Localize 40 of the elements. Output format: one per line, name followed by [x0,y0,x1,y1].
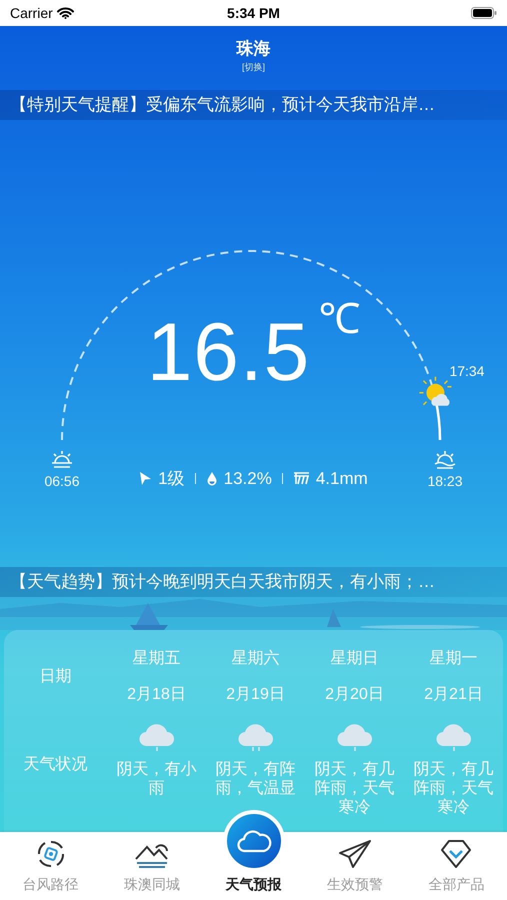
weekday-label: 星期六 [232,648,280,668]
tab-item[interactable]: 台风路径 [0,832,102,900]
current-time: 17:34 [449,362,484,379]
sunset-icon [434,450,456,470]
date-text: 2月20日 [325,684,384,704]
water-drop-icon [206,471,218,486]
tab-item[interactable]: 全部产品 [406,832,507,900]
date-text: 2月19日 [226,684,285,704]
battery-icon [471,7,497,19]
switch-city-link[interactable]: [切换] [242,61,265,74]
tab-item[interactable]: 珠澳同城 [101,832,203,900]
temperature-value: 16.5 [146,312,310,394]
temperature-unit: ℃ [318,298,360,344]
weather-label: 天气状况 [24,755,88,775]
paper-plane-icon [338,839,372,869]
tab-item[interactable]: 天气预报 [202,801,304,900]
sunrise-icon [51,450,73,470]
humidity-reading: 13.2% [224,468,272,488]
arrow-icon [139,471,152,486]
sunset-time: 18:23 [427,473,463,489]
weather-description: 阴天，有小雨 [116,760,198,798]
date-label: 日期 [40,666,72,686]
rain-icon [292,471,310,486]
date-text: 2月18日 [127,684,186,704]
weather-description: 阴天，有几阵雨，天气寒冷 [314,760,396,817]
rain-reading: 4.1mm [316,468,368,488]
weekday-label: 星期五 [132,648,180,668]
weather-description: 阴天，有几阵雨，天气寒冷 [412,760,494,817]
weather-description: 阴天，有阵雨，气温显 [214,760,296,798]
tab-item[interactable]: 生效预警 [304,832,406,900]
diamond-check-icon [440,839,472,869]
sunrise-time: 06:56 [44,473,80,489]
wifi-icon [56,7,74,19]
weekday-label: 星期一 [430,648,478,668]
status-time: 5:34 PM [227,5,280,21]
weekday-label: 星期日 [330,648,378,668]
city-title: 珠海 [236,38,270,60]
carrier-label: Carrier [10,5,53,21]
wind-reading: 1级 [158,468,185,490]
date-text: 2月21日 [424,684,483,704]
